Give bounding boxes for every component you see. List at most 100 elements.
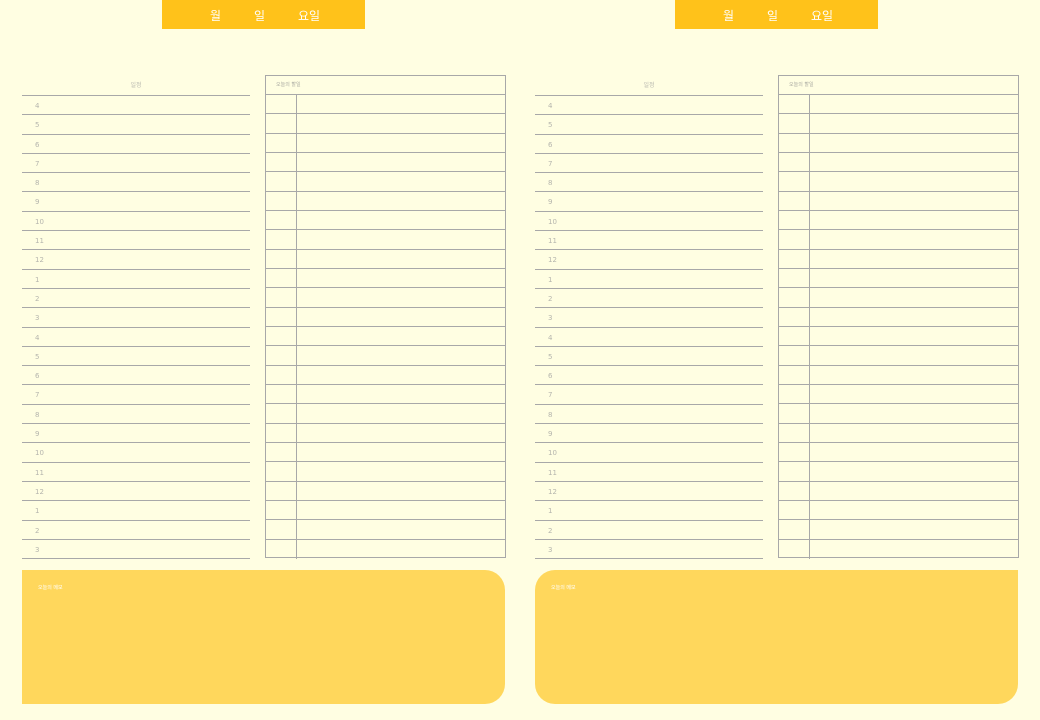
memo-box[interactable]: 오늘의 메모 (22, 570, 505, 704)
todo-check-cell[interactable] (266, 114, 297, 133)
todo-row[interactable] (266, 268, 505, 289)
todo-row[interactable] (779, 423, 1018, 443)
hour-row[interactable]: 6 (535, 135, 763, 154)
todo-row[interactable] (266, 249, 505, 269)
todo-row[interactable] (266, 230, 505, 250)
hour-row[interactable]: 7 (535, 385, 763, 405)
todo-check-cell[interactable] (779, 346, 810, 365)
hour-row[interactable]: 8 (535, 173, 763, 193)
todo-check-cell[interactable] (779, 307, 810, 326)
todo-row[interactable] (266, 288, 505, 308)
todo-row[interactable] (266, 500, 505, 521)
hour-row[interactable]: 5 (22, 115, 250, 135)
hour-row[interactable]: 12 (22, 250, 250, 270)
todo-check-cell[interactable] (266, 346, 297, 365)
todo-check-cell[interactable] (779, 481, 810, 500)
todo-check-cell[interactable] (779, 230, 810, 249)
hour-row[interactable]: 4 (535, 96, 763, 116)
hour-row[interactable]: 4 (22, 328, 250, 347)
todo-check-cell[interactable] (779, 172, 810, 191)
todo-check-cell[interactable] (266, 442, 297, 462)
todo-check-cell[interactable] (266, 133, 297, 152)
todo-row[interactable] (779, 210, 1018, 231)
todo-row[interactable] (266, 114, 505, 134)
todo-row[interactable] (779, 404, 1018, 424)
todo-row[interactable] (779, 539, 1018, 559)
todo-check-cell[interactable] (779, 384, 810, 404)
todo-row[interactable] (779, 307, 1018, 327)
hour-row[interactable]: 9 (22, 424, 250, 444)
todo-check-cell[interactable] (266, 152, 297, 172)
todo-row[interactable] (266, 539, 505, 559)
todo-check-cell[interactable] (779, 462, 810, 481)
todo-check-cell[interactable] (779, 133, 810, 152)
todo-row[interactable] (779, 481, 1018, 501)
hour-row[interactable]: 10 (535, 212, 763, 232)
todo-check-cell[interactable] (779, 500, 810, 520)
todo-row[interactable] (779, 95, 1018, 115)
hour-row[interactable]: 9 (22, 192, 250, 212)
hour-row[interactable]: 5 (535, 115, 763, 135)
hour-row[interactable]: 3 (22, 540, 250, 560)
todo-row[interactable] (266, 404, 505, 424)
todo-row[interactable] (266, 462, 505, 482)
todo-check-cell[interactable] (266, 172, 297, 191)
todo-check-cell[interactable] (266, 423, 297, 442)
hour-row[interactable]: 2 (22, 521, 250, 540)
hour-row[interactable]: 11 (535, 463, 763, 482)
hour-row[interactable]: 8 (22, 405, 250, 425)
hour-row[interactable]: 9 (535, 424, 763, 444)
hour-row[interactable]: 7 (22, 385, 250, 405)
hour-row[interactable]: 10 (22, 443, 250, 463)
todo-check-cell[interactable] (779, 539, 810, 559)
todo-check-cell[interactable] (266, 191, 297, 210)
todo-row[interactable] (266, 133, 505, 153)
todo-check-cell[interactable] (779, 95, 810, 114)
todo-check-cell[interactable] (266, 307, 297, 326)
todo-check-cell[interactable] (779, 152, 810, 172)
hour-row[interactable]: 2 (535, 289, 763, 309)
hour-row[interactable]: 2 (22, 289, 250, 309)
todo-check-cell[interactable] (779, 191, 810, 210)
todo-row[interactable] (779, 346, 1018, 366)
todo-row[interactable] (266, 191, 505, 211)
todo-check-cell[interactable] (266, 230, 297, 249)
todo-row[interactable] (266, 172, 505, 192)
todo-check-cell[interactable] (266, 268, 297, 288)
todo-row[interactable] (779, 249, 1018, 269)
hour-row[interactable]: 6 (22, 366, 250, 386)
hour-row[interactable]: 3 (535, 308, 763, 328)
hour-row[interactable]: 11 (22, 463, 250, 482)
hour-row[interactable]: 1 (535, 270, 763, 289)
todo-row[interactable] (266, 481, 505, 501)
todo-row[interactable] (779, 500, 1018, 521)
hour-row[interactable]: 1 (22, 501, 250, 521)
todo-row[interactable] (266, 95, 505, 115)
todo-check-cell[interactable] (779, 210, 810, 230)
hour-row[interactable]: 5 (22, 347, 250, 367)
todo-check-cell[interactable] (779, 326, 810, 346)
todo-row[interactable] (266, 152, 505, 173)
memo-box[interactable]: 오늘의 메모 (535, 570, 1018, 704)
todo-check-cell[interactable] (779, 249, 810, 268)
todo-row[interactable] (779, 230, 1018, 250)
hour-row[interactable]: 3 (22, 308, 250, 328)
todo-check-cell[interactable] (779, 520, 810, 539)
hour-row[interactable]: 10 (22, 212, 250, 232)
hour-row[interactable]: 12 (535, 482, 763, 502)
todo-row[interactable] (779, 191, 1018, 211)
todo-row[interactable] (779, 172, 1018, 192)
todo-check-cell[interactable] (779, 442, 810, 462)
todo-row[interactable] (779, 384, 1018, 405)
todo-check-cell[interactable] (266, 404, 297, 423)
hour-row[interactable]: 1 (22, 270, 250, 289)
hour-row[interactable]: 11 (22, 231, 250, 251)
todo-check-cell[interactable] (266, 95, 297, 114)
hour-row[interactable]: 1 (535, 501, 763, 521)
todo-row[interactable] (266, 442, 505, 463)
todo-check-cell[interactable] (266, 520, 297, 539)
todo-check-cell[interactable] (266, 288, 297, 307)
todo-check-cell[interactable] (779, 404, 810, 423)
todo-check-cell[interactable] (779, 423, 810, 442)
todo-row[interactable] (779, 442, 1018, 463)
